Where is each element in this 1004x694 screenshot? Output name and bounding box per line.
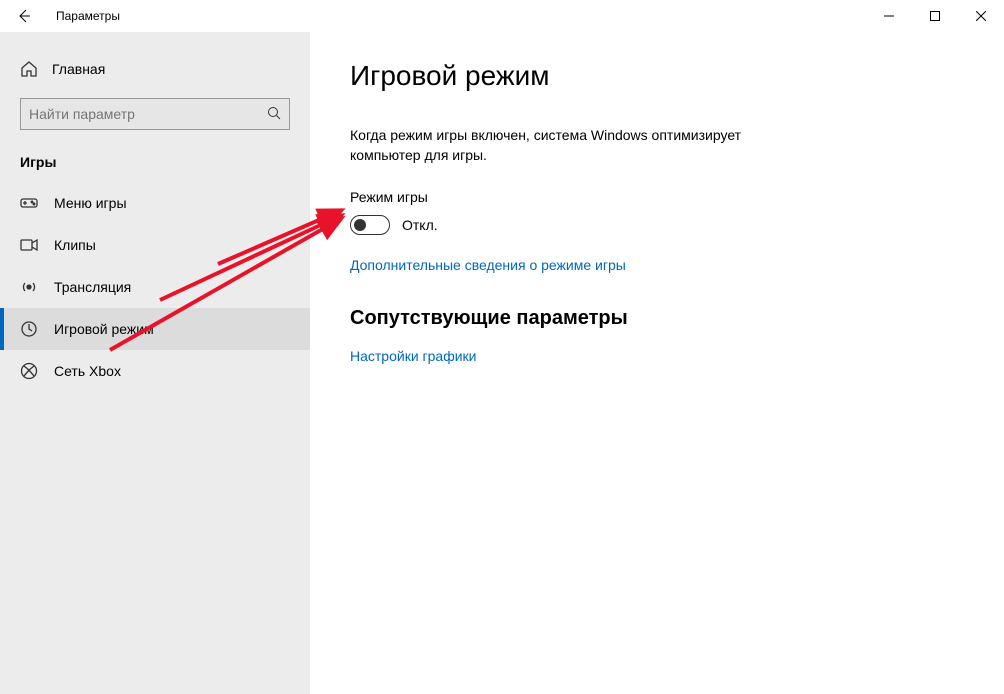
- toggle-knob: [354, 219, 366, 231]
- toggle-section-label: Режим игры: [350, 189, 964, 205]
- sidebar-item-label: Игровой режим: [54, 321, 154, 337]
- home-icon: [20, 60, 38, 78]
- page-description: Когда режим игры включен, система Window…: [350, 126, 790, 165]
- titlebar: Параметры: [0, 0, 1004, 32]
- main-panel: Игровой режим Когда режим игры включен, …: [310, 32, 1004, 694]
- game-mode-toggle[interactable]: [350, 215, 390, 235]
- sidebar: Главная Игры Меню игры Клипы Транс: [0, 32, 310, 694]
- broadcasting-icon: [20, 278, 38, 296]
- sidebar-item-label: Клипы: [54, 237, 96, 253]
- page-title: Игровой режим: [350, 60, 964, 92]
- sidebar-item-label: Меню игры: [54, 195, 127, 211]
- minimize-button[interactable]: [866, 0, 912, 32]
- game-bar-icon: [20, 194, 38, 212]
- window-title: Параметры: [56, 9, 120, 23]
- sidebar-item-label: Трансляция: [54, 279, 131, 295]
- sidebar-item-broadcasting[interactable]: Трансляция: [0, 266, 310, 308]
- xbox-icon: [20, 362, 38, 380]
- game-mode-icon: [20, 320, 38, 338]
- captures-icon: [20, 236, 38, 254]
- back-button[interactable]: [8, 0, 40, 32]
- search-box[interactable]: [20, 98, 290, 130]
- search-input[interactable]: [29, 106, 267, 122]
- close-button[interactable]: [958, 0, 1004, 32]
- related-heading: Сопутствующие параметры: [350, 307, 964, 330]
- sidebar-item-game-bar[interactable]: Меню игры: [0, 182, 310, 224]
- toggle-row: Откл.: [350, 215, 964, 235]
- graphics-settings-link[interactable]: Настройки графики: [350, 348, 477, 364]
- titlebar-left: Параметры: [8, 0, 120, 32]
- sidebar-item-label: Сеть Xbox: [54, 363, 121, 379]
- more-info-link[interactable]: Дополнительные сведения о режиме игры: [350, 257, 626, 273]
- window-controls: [866, 0, 1004, 32]
- sidebar-item-game-mode[interactable]: Игровой режим: [0, 308, 310, 350]
- content: Главная Игры Меню игры Клипы Транс: [0, 32, 1004, 694]
- home-label: Главная: [52, 61, 105, 77]
- search-icon: [267, 106, 281, 123]
- sidebar-item-captures[interactable]: Клипы: [0, 224, 310, 266]
- sidebar-item-xbox-networking[interactable]: Сеть Xbox: [0, 350, 310, 392]
- toggle-state-label: Откл.: [402, 217, 438, 233]
- home-button[interactable]: Главная: [0, 52, 310, 86]
- category-label: Игры: [0, 130, 310, 182]
- maximize-button[interactable]: [912, 0, 958, 32]
